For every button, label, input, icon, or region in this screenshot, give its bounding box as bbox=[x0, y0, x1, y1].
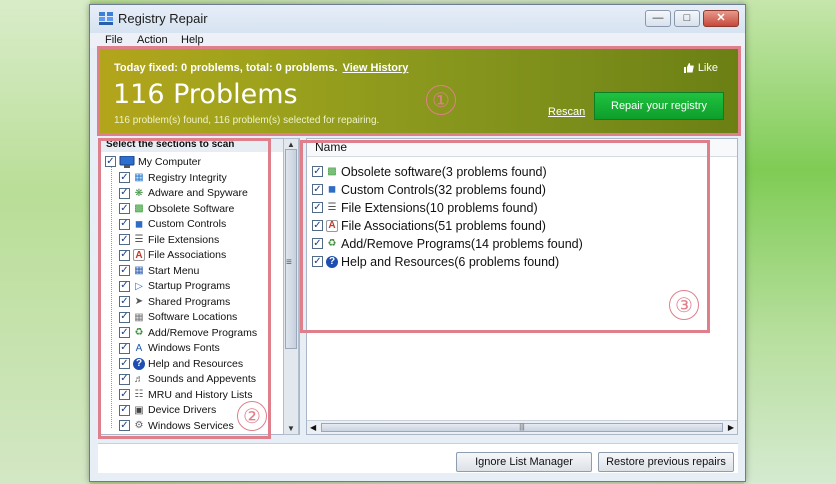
window-controls: — □ ✕ bbox=[645, 10, 739, 27]
highlight-box-1 bbox=[97, 46, 741, 136]
scroll-left-icon[interactable]: ◀ bbox=[310, 423, 316, 432]
menu-action[interactable]: Action bbox=[137, 34, 168, 46]
close-icon: ✕ bbox=[716, 12, 726, 24]
annotation-number-2: ② bbox=[237, 401, 267, 431]
background-right bbox=[744, 0, 836, 484]
minimize-icon: — bbox=[652, 12, 664, 24]
ignore-list-manager-button[interactable]: Ignore List Manager bbox=[456, 452, 592, 472]
bottom-action-bar: Ignore List Manager Restore previous rep… bbox=[98, 443, 738, 473]
results-horizontal-scrollbar[interactable]: ◀ ||| ▶ bbox=[307, 420, 737, 434]
window-title: Registry Repair bbox=[118, 11, 208, 26]
minimize-button[interactable]: — bbox=[645, 10, 671, 27]
splitter-grip-icon[interactable]: ≡ bbox=[286, 257, 292, 268]
highlight-box-3 bbox=[300, 140, 710, 333]
scroll-right-icon[interactable]: ▶ bbox=[728, 423, 734, 432]
highlight-box-2 bbox=[98, 138, 271, 439]
app-window: Registry Repair — □ ✕ File Action Help T… bbox=[89, 4, 746, 482]
menu-help[interactable]: Help bbox=[181, 34, 204, 46]
annotation-number-1: ① bbox=[426, 85, 456, 115]
maximize-icon: □ bbox=[683, 12, 691, 24]
scroll-down-icon[interactable]: ▼ bbox=[287, 424, 295, 433]
annotation-number-3: ③ bbox=[669, 290, 699, 320]
close-button[interactable]: ✕ bbox=[703, 10, 739, 27]
maximize-button[interactable]: □ bbox=[674, 10, 700, 27]
scroll-thumb[interactable] bbox=[285, 149, 297, 349]
horizontal-scroll-thumb[interactable]: ||| bbox=[321, 423, 723, 432]
background-left bbox=[0, 0, 90, 484]
restore-repairs-button[interactable]: Restore previous repairs bbox=[598, 452, 734, 472]
tree-scrollbar[interactable]: ▲ ≡ ▼ bbox=[283, 138, 299, 435]
title-bar[interactable]: Registry Repair — □ ✕ bbox=[90, 5, 745, 33]
menu-file[interactable]: File bbox=[105, 34, 123, 46]
scroll-up-icon[interactable]: ▲ bbox=[287, 140, 295, 149]
registry-app-icon bbox=[99, 12, 113, 25]
